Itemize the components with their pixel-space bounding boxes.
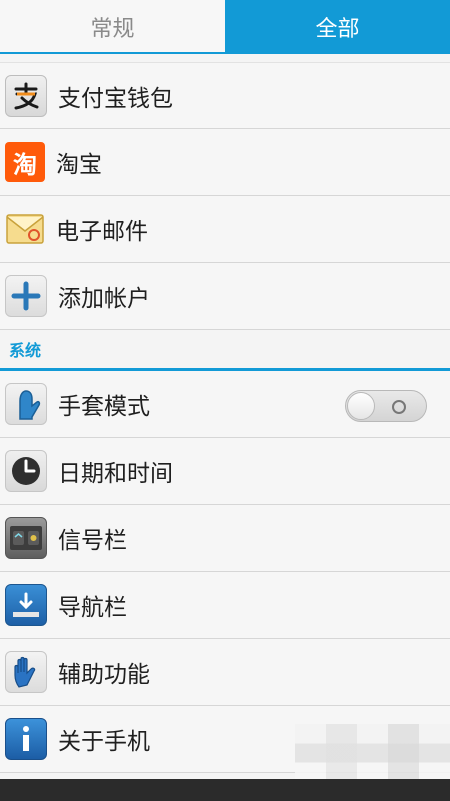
add-icon <box>5 275 47 317</box>
glove-icon <box>5 383 47 425</box>
toggle-knob <box>347 392 375 420</box>
system-row-glove-mode[interactable]: 手套模式 <box>0 371 450 438</box>
glove-mode-toggle[interactable] <box>345 390 427 422</box>
account-row-email[interactable]: 电子邮件 <box>0 196 450 263</box>
alipay-icon <box>5 74 47 117</box>
tab-bar: 常规 全部 <box>0 0 450 54</box>
settings-list: 支付宝钱包 淘 淘宝 电子邮件 添加帐户 系统 手套模式 日期和时间 信号栏 导… <box>0 62 450 773</box>
tab-general[interactable]: 常规 <box>0 0 225 54</box>
add-account-label: 添加帐户 <box>58 286 150 312</box>
hand-icon <box>5 651 47 693</box>
email-icon <box>5 209 45 249</box>
system-row-navigation-bar[interactable]: 导航栏 <box>0 572 450 639</box>
info-icon <box>5 718 47 760</box>
account-row-alipay[interactable]: 支付宝钱包 <box>0 62 450 129</box>
system-label: 关于手机 <box>58 729 150 755</box>
section-header-system: 系统 <box>9 341 42 360</box>
account-row-taobao[interactable]: 淘 淘宝 <box>0 129 450 196</box>
system-row-date-time[interactable]: 日期和时间 <box>0 438 450 505</box>
system-label: 信号栏 <box>58 528 127 554</box>
clock-icon <box>5 450 47 492</box>
system-label: 手套模式 <box>58 394 150 420</box>
account-label: 电子邮件 <box>56 219 148 245</box>
signal-bar-icon <box>5 517 47 559</box>
taobao-icon: 淘 <box>5 142 45 182</box>
navigation-bar-icon <box>5 584 47 626</box>
system-label: 辅助功能 <box>58 662 150 688</box>
system-row-accessibility[interactable]: 辅助功能 <box>0 639 450 706</box>
toggle-off-indicator <box>392 400 406 414</box>
system-row-signal-bar[interactable]: 信号栏 <box>0 505 450 572</box>
system-label: 导航栏 <box>58 595 127 621</box>
tab-all[interactable]: 全部 <box>225 0 450 54</box>
system-label: 日期和时间 <box>58 461 173 487</box>
bottom-navigation-bar <box>0 779 450 801</box>
account-label: 支付宝钱包 <box>58 85 173 112</box>
account-label: 淘宝 <box>56 152 102 178</box>
tab-indicator <box>0 52 225 54</box>
add-account-row[interactable]: 添加帐户 <box>0 263 450 330</box>
